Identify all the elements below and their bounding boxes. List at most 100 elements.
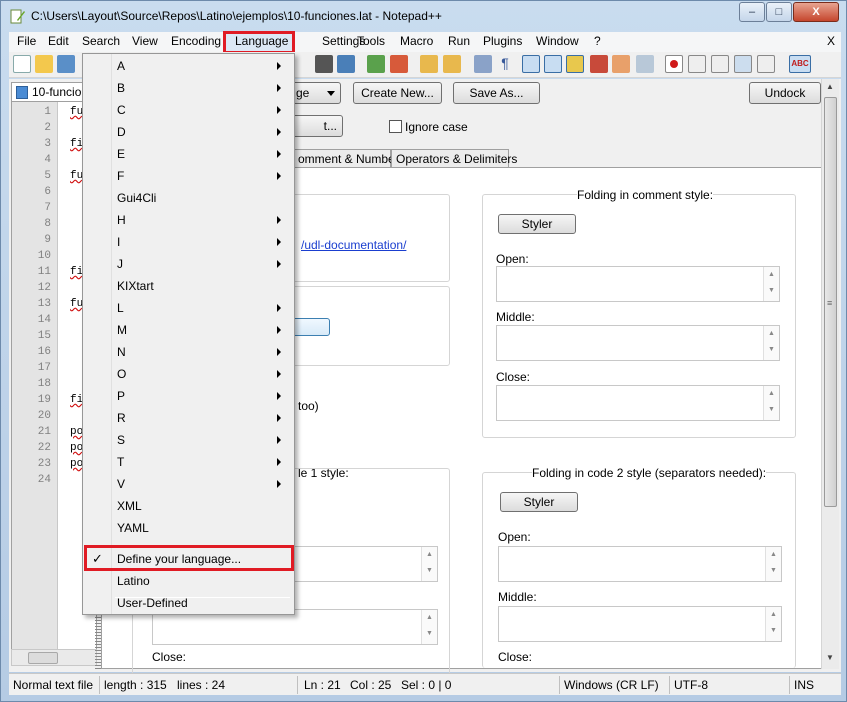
folder-icon[interactable]: [612, 55, 630, 73]
find-icon[interactable]: [315, 55, 333, 73]
ignore-case-checkbox[interactable]: [389, 120, 402, 133]
menu-tools[interactable]: Tools: [357, 34, 385, 48]
language-item-gui4cli[interactable]: Gui4Cli: [85, 187, 292, 209]
editor-hscrollbar[interactable]: [11, 649, 97, 666]
comment-middle-field[interactable]: ▲ ▼: [496, 325, 780, 361]
menu-encoding[interactable]: Encoding: [171, 34, 221, 48]
udl-documentation-link[interactable]: /udl-documentation/: [301, 238, 406, 252]
language-item-latino[interactable]: Latino: [85, 570, 292, 592]
language-item-c[interactable]: C: [85, 99, 292, 121]
doc-map-icon[interactable]: [566, 55, 584, 73]
monitor-icon[interactable]: [636, 55, 654, 73]
menu-item-label: C: [117, 103, 126, 117]
close-button[interactable]: X: [793, 2, 839, 22]
language-item-f[interactable]: F: [85, 165, 292, 187]
language-item-s[interactable]: S: [85, 429, 292, 451]
status-encoding[interactable]: UTF-8: [674, 678, 708, 692]
import-button[interactable]: t...: [291, 115, 343, 137]
language-item-kixtart[interactable]: KIXtart: [85, 275, 292, 297]
line-number: 11: [37, 266, 51, 278]
language-item-r[interactable]: R: [85, 407, 292, 429]
language-item-j[interactable]: J: [85, 253, 292, 275]
define-your-language-item[interactable]: ✓ Define your language...: [85, 548, 292, 570]
menu-view[interactable]: View: [132, 34, 158, 48]
language-item-xml[interactable]: XML: [85, 495, 292, 517]
create-new-button[interactable]: Create New...: [353, 82, 442, 104]
field-scrollbar[interactable]: ▲ ▼: [421, 547, 437, 581]
open-icon[interactable]: [35, 55, 53, 73]
tab-comment-number[interactable]: omment & Number: [293, 149, 399, 167]
menu-window[interactable]: Window: [536, 34, 579, 48]
word-wrap-icon[interactable]: [474, 55, 492, 73]
udl-icon[interactable]: [544, 55, 562, 73]
panel-vscrollbar[interactable]: ▲ ≡ ▼: [821, 79, 839, 669]
language-item-v[interactable]: V: [85, 473, 292, 495]
field-scrollbar[interactable]: ▲ ▼: [421, 610, 437, 644]
status-eol[interactable]: Windows (CR LF): [564, 678, 659, 692]
menu-file[interactable]: File: [17, 34, 36, 48]
language-item-o[interactable]: O: [85, 363, 292, 385]
zoom-out-icon[interactable]: [390, 55, 408, 73]
comment-open-field[interactable]: ▲ ▼: [496, 266, 780, 302]
minimize-button[interactable]: –: [739, 2, 765, 22]
field-scrollbar[interactable]: ▲ ▼: [765, 607, 781, 641]
language-item-yaml[interactable]: YAML: [85, 517, 292, 539]
menu-plugins[interactable]: Plugins: [483, 34, 522, 48]
maximize-button[interactable]: □: [766, 2, 792, 22]
menu-edit[interactable]: Edit: [48, 34, 69, 48]
language-item-e[interactable]: E: [85, 143, 292, 165]
language-item-d[interactable]: D: [85, 121, 292, 143]
comment-styler-button[interactable]: Styler: [498, 214, 576, 234]
language-item-b[interactable]: B: [85, 77, 292, 99]
field-scrollbar[interactable]: ▲ ▼: [763, 386, 779, 420]
line-number: 7: [44, 202, 51, 214]
language-item-user-defined[interactable]: User-Defined: [85, 592, 292, 614]
language-item-m[interactable]: M: [85, 319, 292, 341]
all-chars-icon[interactable]: ¶: [496, 55, 514, 73]
language-item-l[interactable]: L: [85, 297, 292, 319]
scroll-down-icon[interactable]: ▼: [826, 653, 834, 662]
menu-search[interactable]: Search: [82, 34, 120, 48]
language-item-n[interactable]: N: [85, 341, 292, 363]
menu-item-label: A: [117, 59, 126, 73]
status-mode: INS: [794, 678, 815, 692]
record-icon[interactable]: [665, 55, 683, 73]
function-list-icon[interactable]: [590, 55, 608, 73]
stop-icon[interactable]: [688, 55, 706, 73]
menu-macro[interactable]: Macro: [400, 34, 433, 48]
save-as-button[interactable]: Save As...: [453, 82, 540, 104]
editor-hscroll-thumb[interactable]: [28, 652, 58, 664]
menu-run[interactable]: Run: [448, 34, 470, 48]
spellcheck-icon[interactable]: ABC: [789, 55, 811, 73]
save-macro-icon[interactable]: [757, 55, 775, 73]
language-item-i[interactable]: I: [85, 231, 292, 253]
code2-styler-button[interactable]: Styler: [500, 492, 578, 512]
sync-v-icon[interactable]: [420, 55, 438, 73]
language-item-t[interactable]: T: [85, 451, 292, 473]
save-icon[interactable]: [57, 55, 75, 73]
menu-language[interactable]: Language: [235, 34, 288, 48]
field-scrollbar[interactable]: ▲ ▼: [763, 267, 779, 301]
field-scrollbar[interactable]: ▲ ▼: [765, 547, 781, 581]
language-item-p[interactable]: P: [85, 385, 292, 407]
indent-guide-icon[interactable]: [522, 55, 540, 73]
code2-open-field[interactable]: ▲ ▼: [498, 546, 782, 582]
play-icon[interactable]: [711, 55, 729, 73]
language-item-h[interactable]: H: [85, 209, 292, 231]
tab-operators-delimiters[interactable]: Operators & Delimiters: [391, 149, 517, 167]
panel-vscroll-thumb[interactable]: ≡: [824, 97, 837, 507]
play-multi-icon[interactable]: [734, 55, 752, 73]
scroll-up-icon[interactable]: ▲: [826, 82, 834, 91]
undock-button[interactable]: Undock: [749, 82, 821, 104]
user-language-select[interactable]: ge: [291, 82, 341, 104]
language-item-a[interactable]: A: [85, 55, 292, 77]
close-document-button[interactable]: X: [827, 34, 835, 48]
field-scrollbar[interactable]: ▲ ▼: [763, 326, 779, 360]
menu-help[interactable]: ?: [594, 34, 601, 48]
code2-middle-field[interactable]: ▲ ▼: [498, 606, 782, 642]
find-replace-icon[interactable]: [337, 55, 355, 73]
comment-close-field[interactable]: ▲ ▼: [496, 385, 780, 421]
zoom-in-icon[interactable]: [367, 55, 385, 73]
sync-h-icon[interactable]: [443, 55, 461, 73]
new-icon[interactable]: [13, 55, 31, 73]
